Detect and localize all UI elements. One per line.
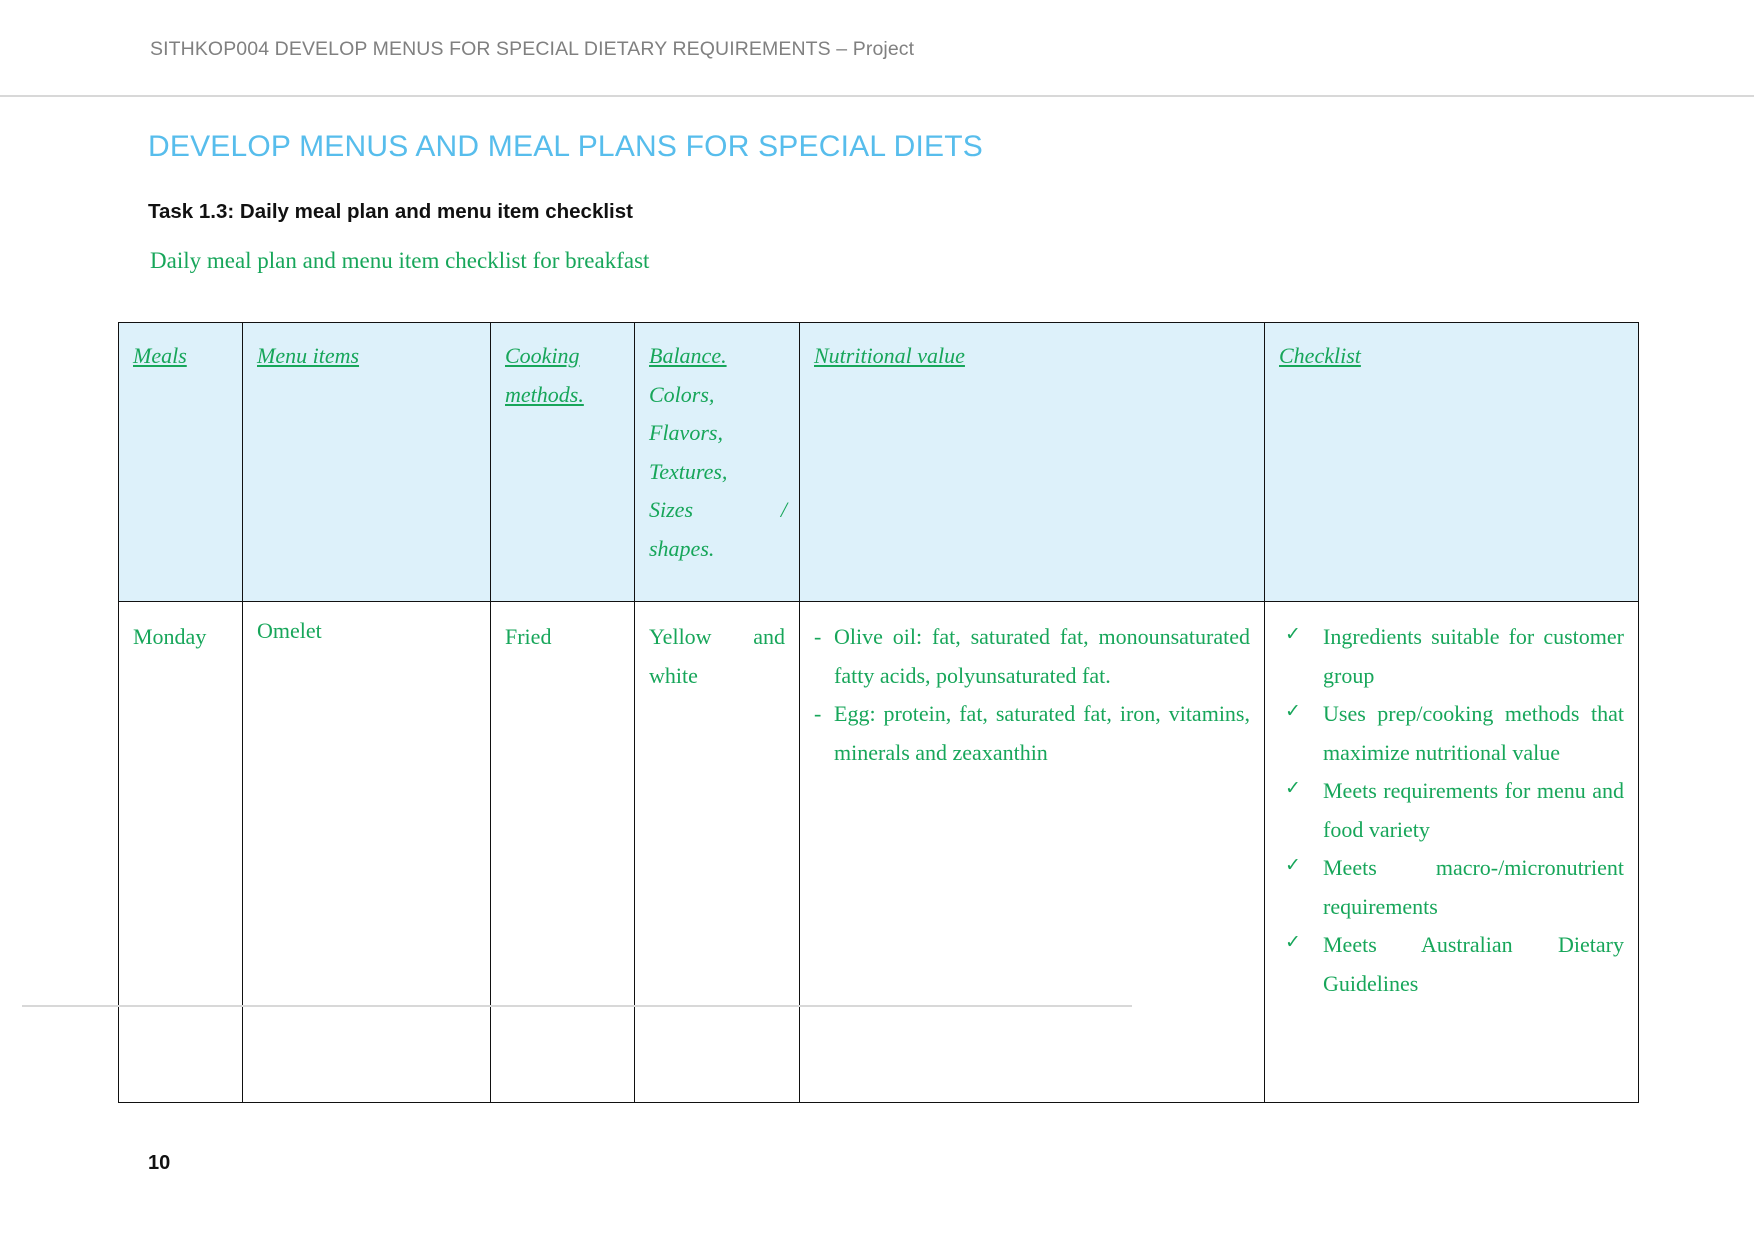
list-item: - Egg: protein, fat, saturated fat, iron… xyxy=(814,695,1250,772)
check-mark-icon: ✓ xyxy=(1285,931,1301,953)
list-item: - Olive oil: fat, saturated fat, monouns… xyxy=(814,618,1250,695)
nutritional-value-list: - Olive oil: fat, saturated fat, monouns… xyxy=(814,618,1250,772)
menu-item-value: Omelet xyxy=(257,618,322,643)
header-label-meals: Meals xyxy=(133,343,187,368)
check-mark-icon: ✓ xyxy=(1285,700,1301,722)
list-item: ✓ Meets requirements for menu and food v… xyxy=(1279,772,1624,849)
meal-plan-table: Meals Menu items Cooking methods. Balanc… xyxy=(118,322,1639,1103)
balance-value: Yellow and white xyxy=(649,624,785,688)
cell-balance: Yellow and white xyxy=(634,601,800,1103)
header-label-slash: / xyxy=(780,497,787,522)
nutritional-item-text: Egg: protein, fat, saturated fat, iron, … xyxy=(834,701,1250,765)
header-label-nutritional-value: Nutritional value xyxy=(814,343,965,368)
header-label-flavors: Flavors, xyxy=(649,420,723,445)
check-mark-icon: ✓ xyxy=(1285,623,1301,645)
cell-menu-item: Omelet xyxy=(242,601,491,1103)
header-label-shapes: shapes. xyxy=(649,535,715,561)
checklist-item-text: Ingredients suitable for customer group xyxy=(1323,624,1624,688)
document-header: SITHKOP004 DEVELOP MENUS FOR SPECIAL DIE… xyxy=(0,0,1754,97)
list-item: ✓ Meets macro-/micronutrient requirement… xyxy=(1279,849,1624,926)
meal-day-value: Monday xyxy=(133,624,207,649)
header-cell-balance: Balance. Colors, Flavors, Textures, Size… xyxy=(634,322,800,602)
footer-divider xyxy=(22,1005,1132,1007)
task-heading: Task 1.3: Daily meal plan and menu item … xyxy=(148,200,633,223)
header-cell-menu-items: Menu items xyxy=(242,322,491,602)
table-row: Monday Omelet Fried Yellow and white - O… xyxy=(118,601,1639,1103)
header-label-cooking-line1: Cooking xyxy=(505,343,580,368)
header-cell-nutritional-value: Nutritional value xyxy=(799,322,1265,602)
cell-cooking-method: Fried xyxy=(490,601,635,1103)
header-cell-cooking-methods: Cooking methods. xyxy=(490,322,635,602)
header-cell-checklist: Checklist xyxy=(1264,322,1639,602)
document-page: SITHKOP004 DEVELOP MENUS FOR SPECIAL DIE… xyxy=(0,0,1754,1241)
header-cell-meals: Meals xyxy=(118,322,243,602)
header-label-textures: Textures, xyxy=(649,458,728,484)
cell-checklist: ✓ Ingredients suitable for customer grou… xyxy=(1264,601,1639,1103)
page-title: DEVELOP MENUS AND MEAL PLANS FOR SPECIAL… xyxy=(148,130,983,163)
checklist-list: ✓ Ingredients suitable for customer grou… xyxy=(1279,618,1624,1003)
checklist-item-text: Meets requirements for menu and food var… xyxy=(1323,778,1624,842)
cell-nutritional-value: - Olive oil: fat, saturated fat, monouns… xyxy=(799,601,1265,1103)
nutritional-item-text: Olive oil: fat, saturated fat, monounsat… xyxy=(834,624,1250,688)
header-label-balance: Balance. xyxy=(649,343,727,368)
checklist-item-text: Uses prep/cooking methods that maximize … xyxy=(1323,701,1624,765)
dash-bullet-icon: - xyxy=(814,701,822,726)
checklist-item-text: Meets macro-/micronutrient requirements xyxy=(1323,855,1624,919)
cell-meal-day: Monday xyxy=(118,601,243,1103)
header-label-checklist: Checklist xyxy=(1279,343,1361,368)
running-header-title: SITHKOP004 DEVELOP MENUS FOR SPECIAL DIE… xyxy=(150,38,915,60)
page-number: 10 xyxy=(148,1152,171,1174)
header-label-colors: Colors, xyxy=(649,381,715,407)
header-label-menu-items: Menu items xyxy=(257,343,360,368)
header-label-sizes-row: Sizes / xyxy=(649,491,787,530)
header-label-sizes: Sizes xyxy=(649,497,693,522)
header-label-cooking-line2: methods. xyxy=(505,381,584,407)
list-item: ✓ Ingredients suitable for customer grou… xyxy=(1279,618,1624,695)
check-mark-icon: ✓ xyxy=(1285,777,1301,799)
check-mark-icon: ✓ xyxy=(1285,854,1301,876)
table-header-row: Meals Menu items Cooking methods. Balanc… xyxy=(118,322,1639,602)
table-subtitle: Daily meal plan and menu item checklist … xyxy=(150,248,650,273)
dash-bullet-icon: - xyxy=(814,624,822,649)
list-item: ✓ Uses prep/cooking methods that maximiz… xyxy=(1279,695,1624,772)
cooking-method-value: Fried xyxy=(505,624,552,649)
list-item: ✓ Meets Australian Dietary Guidelines xyxy=(1279,926,1624,1003)
checklist-item-text: Meets Australian Dietary Guidelines xyxy=(1323,932,1624,996)
